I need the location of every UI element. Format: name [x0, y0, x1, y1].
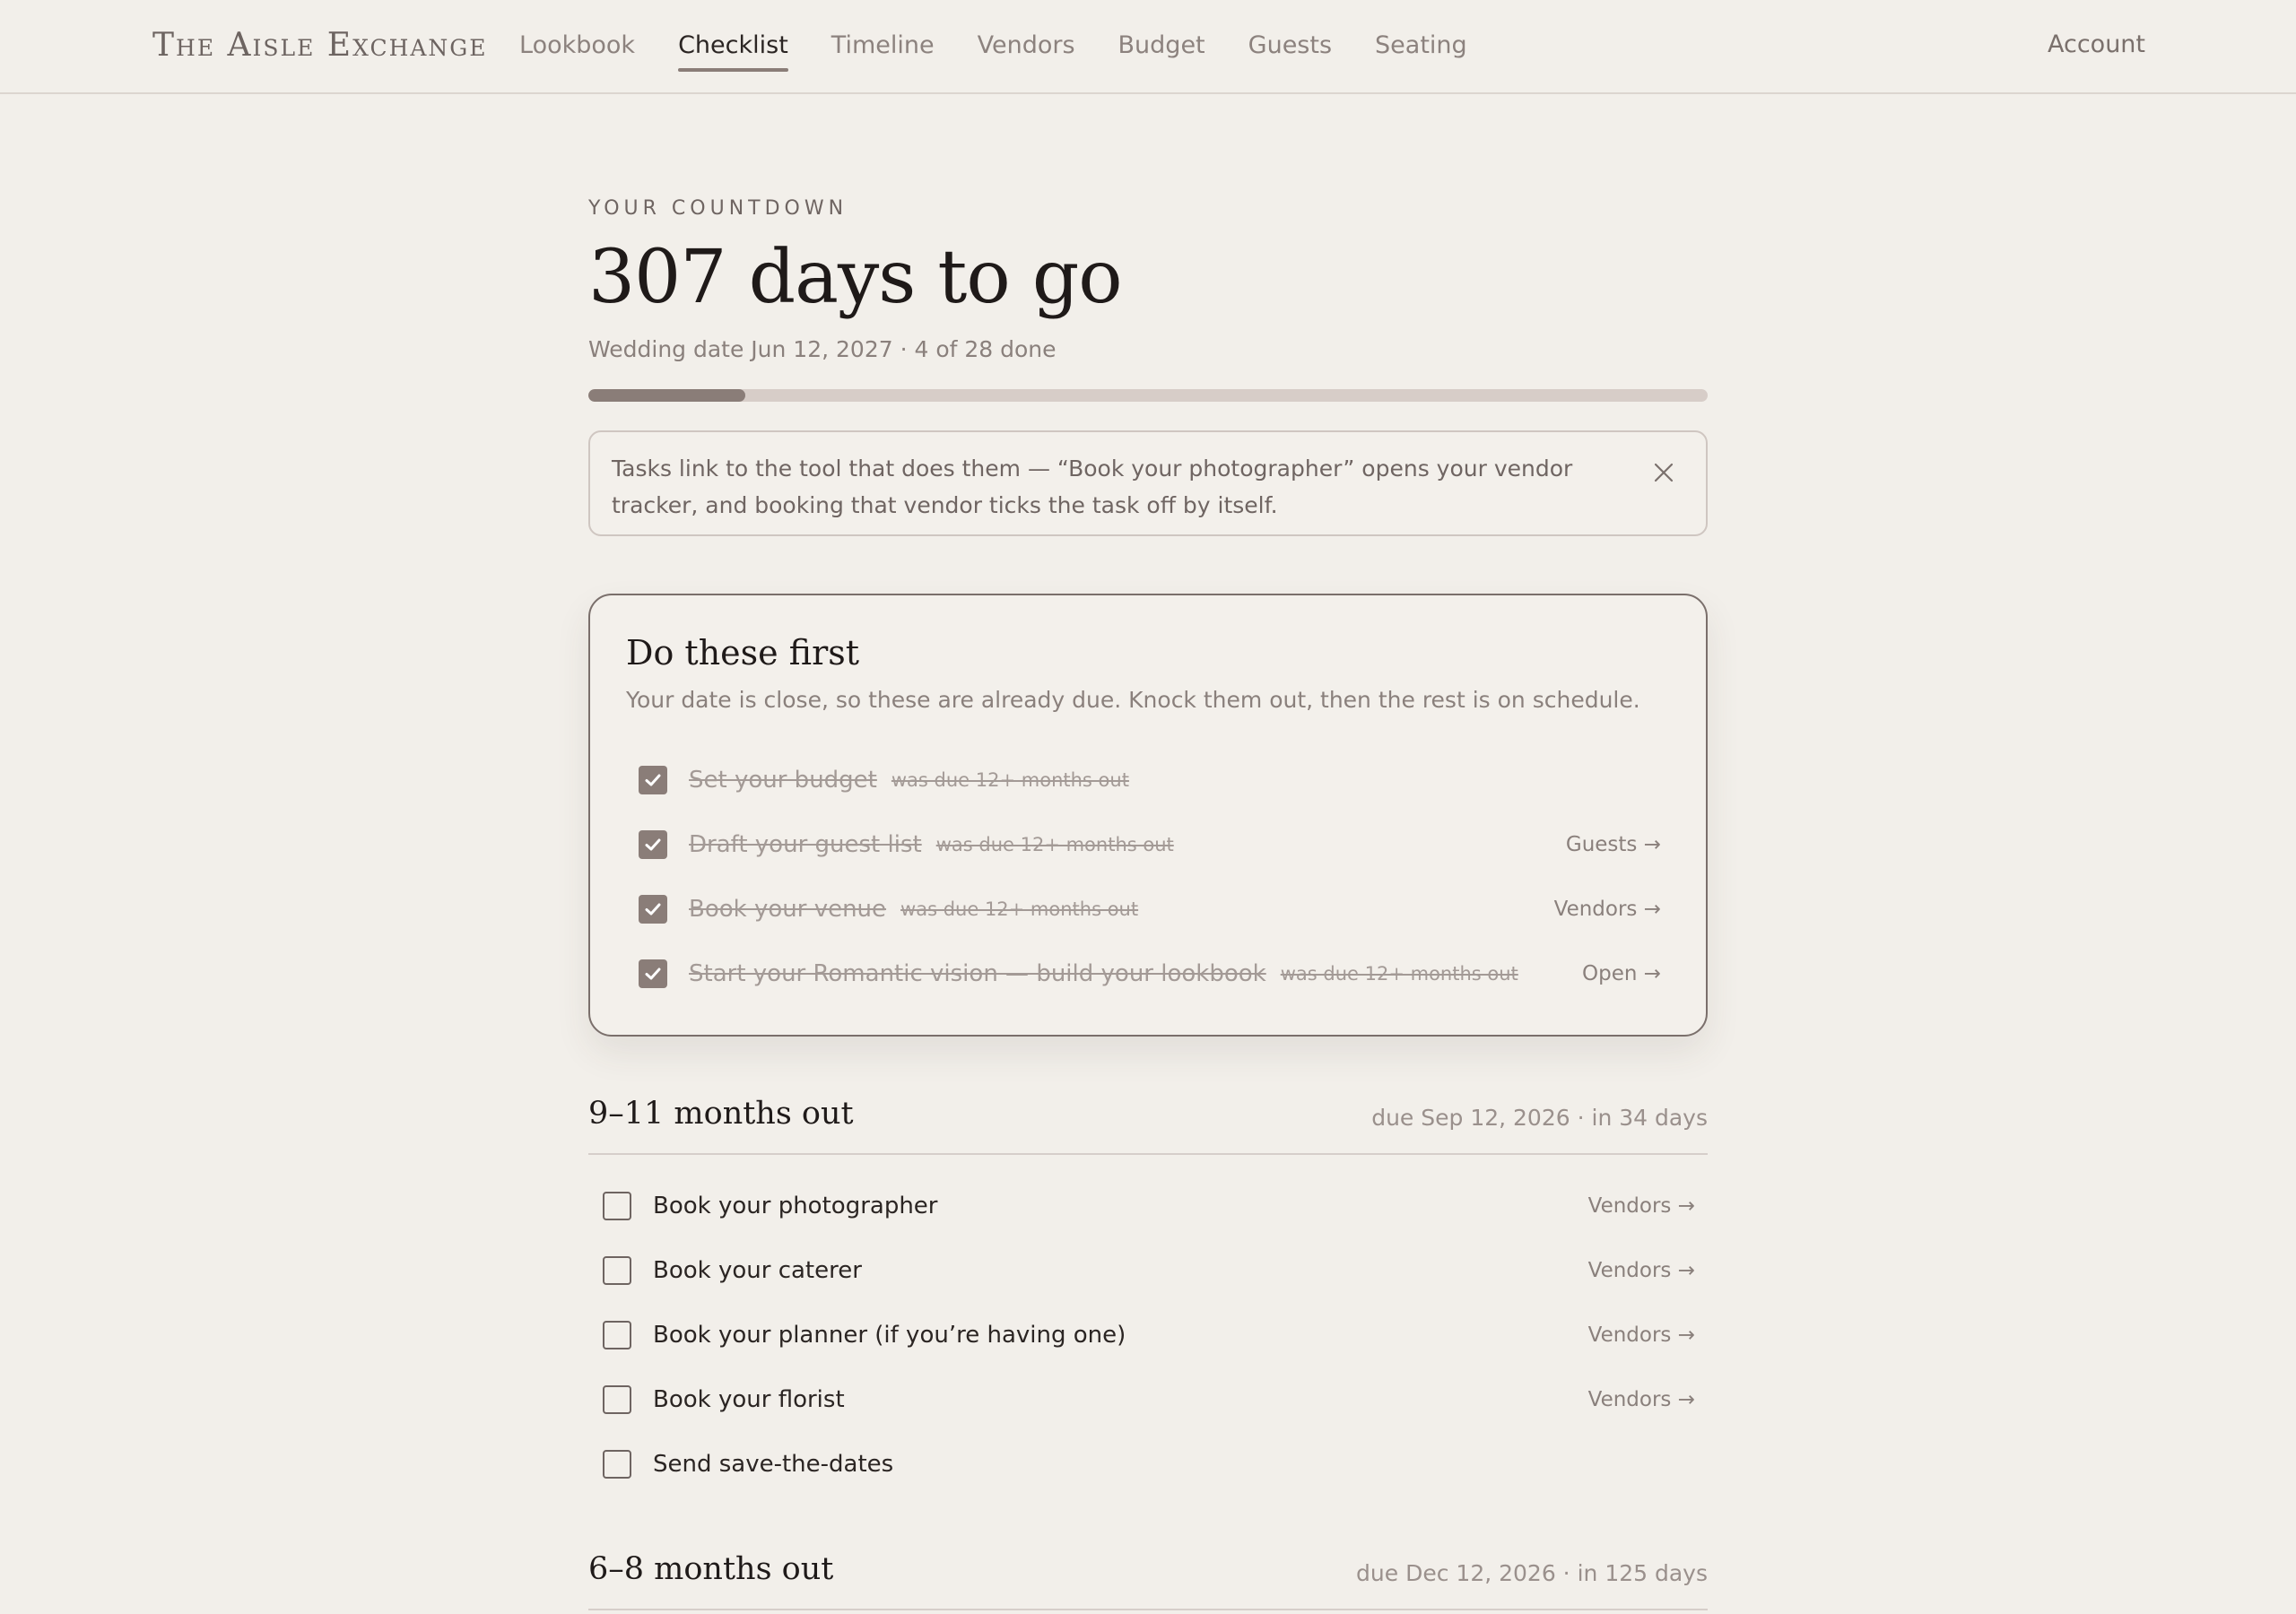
- task-checkbox-checked[interactable]: [639, 766, 667, 794]
- task-link-vendors[interactable]: Vendors →: [1554, 898, 1661, 921]
- nav-link-vendors[interactable]: Vendors: [978, 31, 1075, 63]
- card-description: Your date is close, so these are already…: [626, 687, 1640, 713]
- top-nav: The Aisle Exchange Lookbook Checklist Ti…: [0, 0, 2296, 94]
- task-due-note: was due 12+ months out: [900, 898, 1139, 920]
- nav-link-seating[interactable]: Seating: [1375, 31, 1467, 63]
- list-item: Book your photographer Vendors →: [603, 1174, 1708, 1238]
- task-due-note: was due 12+ months out: [891, 769, 1129, 791]
- task-due-note: was due 12+ months out: [1280, 963, 1518, 985]
- task-link-guests[interactable]: Guests →: [1566, 833, 1661, 856]
- task-label: Set your budget: [689, 767, 877, 794]
- task-link-vendors[interactable]: Vendors →: [1588, 1323, 1695, 1347]
- checkmark-icon: [645, 838, 661, 851]
- progress-bar: [588, 389, 1708, 402]
- task-label: Book your caterer: [653, 1257, 862, 1284]
- task-due-note: was due 12+ months out: [935, 834, 1174, 855]
- info-notice: Tasks link to the tool that does them — …: [588, 430, 1708, 536]
- task-link-vendors[interactable]: Vendors →: [1588, 1259, 1695, 1282]
- list-item: Book your venue was due 12+ months out V…: [639, 877, 1661, 941]
- section-header: 9–11 months out due Sep 12, 2026 · in 34…: [588, 1085, 1708, 1155]
- task-label: Draft your guest list: [689, 831, 922, 858]
- task-checkbox[interactable]: [603, 1321, 631, 1349]
- countdown-eyebrow: YOUR COUNTDOWN: [588, 197, 848, 220]
- card-title: Do these first: [626, 633, 860, 672]
- task-checkbox-checked[interactable]: [639, 895, 667, 924]
- countdown-subline: Wedding date Jun 12, 2027 · 4 of 28 done: [588, 336, 1057, 362]
- task-link-open[interactable]: Open →: [1582, 962, 1661, 985]
- task-checkbox-checked[interactable]: [639, 830, 667, 859]
- list-item: Book your planner (if you’re having one)…: [603, 1303, 1708, 1367]
- task-label: Book your florist: [653, 1386, 845, 1413]
- task-checkbox[interactable]: [603, 1385, 631, 1414]
- progress-bar-fill: [588, 389, 745, 402]
- list-item: Book your florist Vendors →: [603, 1367, 1708, 1432]
- checkmark-icon: [645, 774, 661, 786]
- nav-links: Lookbook Checklist Timeline Vendors Budg…: [519, 0, 1510, 94]
- nav-link-checklist[interactable]: Checklist: [678, 31, 788, 72]
- task-link-vendors[interactable]: Vendors →: [1588, 1194, 1695, 1218]
- checkmark-icon: [645, 903, 661, 915]
- account-link[interactable]: Account: [2048, 30, 2145, 58]
- task-label: Book your photographer: [653, 1193, 938, 1219]
- close-icon[interactable]: [1652, 461, 1675, 484]
- section-title: 6–8 months out: [588, 1551, 834, 1587]
- section-header: 6–8 months out due Dec 12, 2026 · in 125…: [588, 1540, 1708, 1610]
- section-due-date: due Sep 12, 2026 · in 34 days: [1371, 1105, 1708, 1131]
- nav-link-lookbook[interactable]: Lookbook: [519, 31, 635, 63]
- task-list: Book your photographer Vendors → Book yo…: [603, 1174, 1708, 1497]
- task-label: Book your venue: [689, 896, 887, 923]
- task-checkbox-checked[interactable]: [639, 959, 667, 988]
- section-due-date: due Dec 12, 2026 · in 125 days: [1356, 1560, 1708, 1586]
- do-these-first-card: Do these first Your date is close, so th…: [588, 594, 1708, 1037]
- list-item: Send save-the-dates: [603, 1432, 1708, 1497]
- overdue-task-list: Set your budget was due 12+ months out D…: [639, 748, 1661, 1006]
- nav-link-guests[interactable]: Guests: [1248, 31, 1332, 63]
- list-item: Start your Romantic vision — build your …: [639, 941, 1661, 1006]
- task-checkbox[interactable]: [603, 1256, 631, 1285]
- task-label: Send save-the-dates: [653, 1451, 894, 1478]
- task-link-vendors[interactable]: Vendors →: [1588, 1388, 1695, 1411]
- task-checkbox[interactable]: [603, 1192, 631, 1220]
- task-label: Book your planner (if you’re having one): [653, 1322, 1126, 1349]
- notice-text: Tasks link to the tool that does them — …: [612, 456, 1573, 518]
- task-label: Start your Romantic vision — build your …: [689, 960, 1266, 987]
- countdown-headline: 307 days to go: [588, 235, 1123, 320]
- list-item: Draft your guest list was due 12+ months…: [639, 812, 1661, 877]
- list-item: Set your budget was due 12+ months out: [639, 748, 1661, 812]
- brand-logo[interactable]: The Aisle Exchange: [152, 27, 488, 64]
- task-checkbox[interactable]: [603, 1450, 631, 1479]
- nav-link-budget[interactable]: Budget: [1118, 31, 1205, 63]
- checkmark-icon: [645, 968, 661, 980]
- nav-link-timeline[interactable]: Timeline: [831, 31, 935, 63]
- list-item: Book your caterer Vendors →: [603, 1238, 1708, 1303]
- section-title: 9–11 months out: [588, 1096, 854, 1132]
